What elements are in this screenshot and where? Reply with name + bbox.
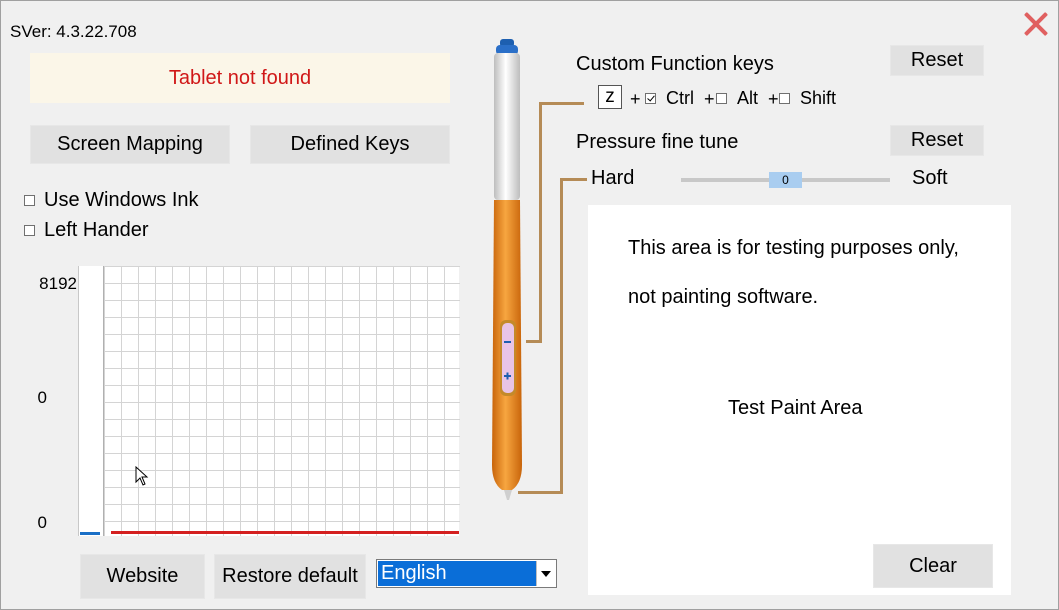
shift-checkbox[interactable] <box>779 93 790 104</box>
restore-default-button[interactable]: Restore default <box>214 554 366 599</box>
shift-label: Shift <box>800 88 837 108</box>
pressure-curve-line <box>111 531 459 534</box>
graph-y-min: 0 <box>37 513 47 532</box>
alt-checkbox[interactable] <box>716 93 727 104</box>
tablet-status: Tablet not found <box>30 53 450 103</box>
paint-area-title: Test Paint Area <box>728 397 863 419</box>
ctrl-checkbox[interactable] <box>645 93 656 104</box>
alt-option[interactable]: Alt <box>716 88 758 109</box>
close-icon[interactable] <box>1020 8 1052 40</box>
connector-bottom <box>560 178 587 181</box>
paint-note-line-1: This area is for testing purposes only, <box>628 237 959 259</box>
mouse-cursor-icon <box>135 466 149 486</box>
defined-keys-button[interactable]: Defined Keys <box>250 125 450 164</box>
ctrl-option[interactable]: Ctrl <box>645 88 694 109</box>
alt-label: Alt <box>737 88 759 108</box>
windows-ink-option[interactable]: Use Windows Ink <box>24 189 199 212</box>
test-paint-area[interactable]: This area is for testing purposes only, … <box>588 205 1011 595</box>
website-button[interactable]: Website <box>80 554 205 599</box>
graph-y-max: 8192 <box>39 274 77 293</box>
left-hander-label: Left Hander <box>44 219 149 241</box>
plus-sign: + <box>768 89 779 109</box>
connector-top-vertical <box>539 102 542 342</box>
connector-top <box>539 102 584 105</box>
pressure-slider-thumb[interactable]: 0 <box>769 172 802 188</box>
soft-label: Soft <box>912 167 948 189</box>
ctrl-label: Ctrl <box>666 88 694 108</box>
plus-sign: + <box>630 89 641 109</box>
reset-function-keys-button[interactable]: Reset <box>890 45 984 76</box>
pen-illustration <box>492 39 522 500</box>
connector-bottom-vertical <box>560 178 563 494</box>
pressure-graph <box>78 266 460 536</box>
clear-button[interactable]: Clear <box>873 544 993 588</box>
connector-bottom-stub <box>518 491 563 494</box>
left-hander-option[interactable]: Left Hander <box>24 219 149 242</box>
pressure-title: Pressure fine tune <box>576 131 739 153</box>
function-keys-title: Custom Function keys <box>576 53 774 75</box>
plus-sign: + <box>704 89 715 109</box>
connector-top-stub <box>526 340 542 343</box>
windows-ink-checkbox[interactable] <box>24 195 35 206</box>
language-selected-value: English <box>378 561 537 586</box>
pressure-grid <box>103 266 460 536</box>
screen-mapping-button[interactable]: Screen Mapping <box>30 125 230 164</box>
windows-ink-label: Use Windows Ink <box>44 189 199 211</box>
function-key-input[interactable]: z <box>598 85 622 109</box>
graph-y-mid: 0 <box>37 388 47 407</box>
left-hander-checkbox[interactable] <box>24 225 35 236</box>
version-label: SVer: 4.3.22.708 <box>10 22 137 41</box>
pressure-indicator <box>80 532 100 535</box>
paint-note-line-2: not painting software. <box>628 286 819 308</box>
hard-label: Hard <box>591 167 635 189</box>
reset-pressure-button[interactable]: Reset <box>890 125 984 156</box>
language-select[interactable]: English <box>376 559 557 588</box>
shift-option[interactable]: Shift <box>779 88 836 109</box>
chevron-down-icon[interactable] <box>536 561 555 586</box>
